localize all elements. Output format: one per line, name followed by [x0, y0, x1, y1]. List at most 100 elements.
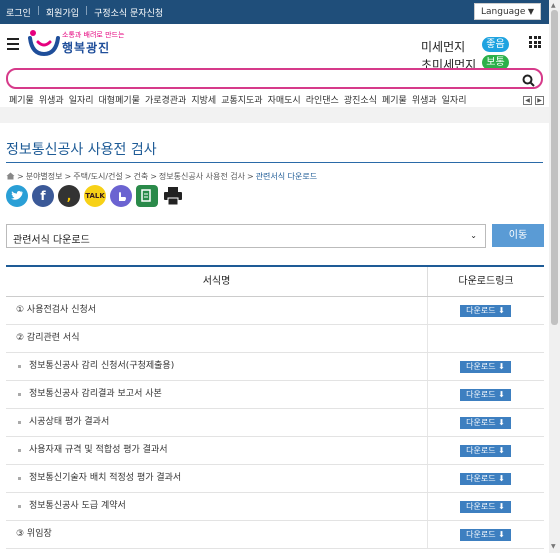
form-name-cell: 정보통신공사 도급 계약서 [6, 493, 428, 520]
bullet-icon [18, 421, 21, 424]
twitter-icon[interactable] [6, 185, 28, 207]
top-links: 로그인 | 회원가입 | 구정소식 문자신청 [6, 6, 163, 19]
download-label: 다운로드 [466, 446, 496, 455]
download-label: 다운로드 [466, 418, 496, 427]
search-bar [6, 68, 543, 91]
form-name-cell: ② 감리관련 서식 [6, 325, 428, 352]
download-button[interactable]: 다운로드 ⬇ [460, 473, 511, 485]
table-row: 시공상태 평가 결과서 다운로드 ⬇ [6, 409, 544, 437]
keyword-item[interactable]: 위생과 [412, 93, 437, 106]
bullet-icon [18, 477, 21, 480]
keyword-item[interactable]: 위생과 [39, 93, 64, 106]
download-cell: 다운로드 ⬇ [428, 465, 544, 492]
download-button[interactable]: 다운로드 ⬇ [460, 305, 511, 317]
keyword-item[interactable]: 교통지도과 [221, 93, 262, 106]
download-cell: 다운로드 ⬇ [428, 493, 544, 520]
breadcrumb-item[interactable]: 주택/도시/건설 [73, 171, 123, 182]
download-cell: 다운로드 ⬇ [428, 297, 544, 324]
download-label: 다운로드 [466, 390, 496, 399]
kakaotalk-icon[interactable]: TALK [84, 185, 106, 207]
download-icon: ⬇ [495, 418, 505, 427]
search-input[interactable] [16, 74, 516, 91]
keyword-item[interactable]: 광진소식 [344, 93, 377, 106]
scrollbar-thumb[interactable] [551, 10, 558, 325]
form-name: 정보통신공사 감리 신청서(구청제출용) [29, 361, 175, 371]
kakaostory-icon[interactable]: , [58, 185, 80, 207]
popular-keywords: 폐기물 위생과 일자리 대형폐기물 가로경관과 지방세 교통지도과 자매도시 라… [9, 93, 472, 106]
scroll-down-icon[interactable]: ▼ [551, 543, 556, 550]
language-select[interactable]: Language ▼ [474, 3, 541, 20]
fine-dust-label: 미세먼지 [421, 40, 466, 54]
keyword-item[interactable]: 가로경관과 [145, 93, 186, 106]
go-button[interactable]: 이동 [492, 224, 544, 247]
home-icon[interactable] [6, 172, 15, 182]
bullet-icon [18, 365, 21, 368]
download-button[interactable]: 다운로드 ⬇ [460, 529, 511, 541]
table-header: 서식명 다운로드링크 [6, 265, 544, 297]
keyword-item[interactable]: 폐기물 [9, 93, 34, 106]
download-icon: ⬇ [495, 446, 505, 455]
download-button[interactable]: 다운로드 ⬇ [460, 445, 511, 457]
download-cell: 다운로드 ⬇ [428, 381, 544, 408]
keyword-next-icon[interactable]: ▶ [535, 96, 544, 105]
keyword-item[interactable]: 대형폐기물 [99, 93, 140, 106]
chevron-down-icon: ⌄ [470, 231, 477, 240]
signup-link[interactable]: 회원가입 [46, 6, 79, 19]
keyword-item[interactable]: 일자리 [69, 93, 94, 106]
download-label: 다운로드 [466, 502, 496, 511]
forms-table: 서식명 다운로드링크 ① 사용전검사 신청서 다운로드 ⬇ ② 감리관련 서식 정보통… [6, 265, 544, 549]
download-button[interactable]: 다운로드 ⬇ [460, 501, 511, 513]
form-name-cell: 정보통신공사 감리결과 보고서 사본 [6, 381, 428, 408]
breadcrumb-item[interactable]: 정보통신공사 사용전 검사 [159, 171, 245, 182]
table-row: 정보통신공사 도급 계약서 다운로드 ⬇ [6, 493, 544, 521]
language-label: Language [481, 7, 526, 17]
url-copy-icon[interactable] [136, 185, 158, 207]
logo-mark-icon [28, 30, 60, 57]
keyword-item[interactable]: 라인댄스 [306, 93, 339, 106]
divider: | [36, 6, 40, 16]
form-name-cell: 정보통신공사 감리 신청서(구청제출용) [6, 353, 428, 380]
form-name-cell: ① 사용전검사 신청서 [6, 297, 428, 324]
breadcrumb-current: 관련서식 다운로드 [255, 172, 318, 181]
chevron-right-icon: > [150, 172, 157, 181]
form-name: ② 감리관련 서식 [16, 333, 80, 343]
download-label: 다운로드 [466, 474, 496, 483]
menu-icon[interactable] [7, 38, 19, 53]
apps-grid-icon[interactable] [529, 36, 541, 48]
print-icon[interactable] [162, 185, 184, 207]
breadcrumb-item[interactable]: 분야별정보 [26, 171, 63, 182]
chevron-right-icon: > [246, 172, 254, 181]
table-row: ② 감리관련 서식 [6, 325, 544, 353]
news-sms-link[interactable]: 구정소식 문자신청 [94, 6, 163, 19]
keyword-item[interactable]: 일자리 [442, 93, 467, 106]
download-button[interactable]: 다운로드 ⬇ [460, 417, 511, 429]
column-header-name: 서식명 [6, 267, 428, 296]
band-icon[interactable] [110, 185, 132, 207]
chevron-right-icon: > [64, 172, 72, 181]
breadcrumb-item[interactable]: 건축 [133, 171, 148, 182]
table-row: ① 사용전검사 신청서 다운로드 ⬇ [6, 297, 544, 325]
search-icon[interactable] [522, 72, 535, 91]
facebook-icon[interactable]: f [32, 185, 54, 207]
download-button[interactable]: 다운로드 ⬇ [460, 361, 511, 373]
form-name-cell: 정보통신기술자 배치 적정성 평가 결과서 [6, 465, 428, 492]
download-button[interactable]: 다운로드 ⬇ [460, 389, 511, 401]
top-utility-bar: 로그인 | 회원가입 | 구정소식 문자신청 Language ▼ [0, 0, 549, 24]
keyword-item[interactable]: 자매도시 [268, 93, 301, 106]
scrollbar[interactable]: ▲ ▼ [549, 0, 560, 553]
keyword-item[interactable]: 폐기물 [382, 93, 407, 106]
download-icon: ⬇ [495, 474, 505, 483]
scroll-up-icon[interactable]: ▲ [551, 2, 556, 9]
form-name: 사용자재 규격 및 적합성 평가 결과서 [29, 445, 168, 455]
bullet-icon [18, 505, 21, 508]
login-link[interactable]: 로그인 [6, 6, 31, 19]
form-name-cell: 시공상태 평가 결과서 [6, 409, 428, 436]
breadcrumb: > 분야별정보 > 주택/도시/건설 > 건축 > 정보통신공사 사용전 검사 … [6, 171, 317, 182]
download-label: 다운로드 [466, 362, 496, 371]
keyword-item[interactable]: 지방세 [191, 93, 216, 106]
keyword-prev-icon[interactable]: ◀ [523, 96, 532, 105]
download-icon: ⬇ [495, 530, 505, 539]
download-cell [428, 325, 544, 352]
page-title: 정보통신공사 사용전 검사 [6, 142, 157, 158]
page-select[interactable]: 관련서식 다운로드 ⌄ [6, 224, 486, 248]
